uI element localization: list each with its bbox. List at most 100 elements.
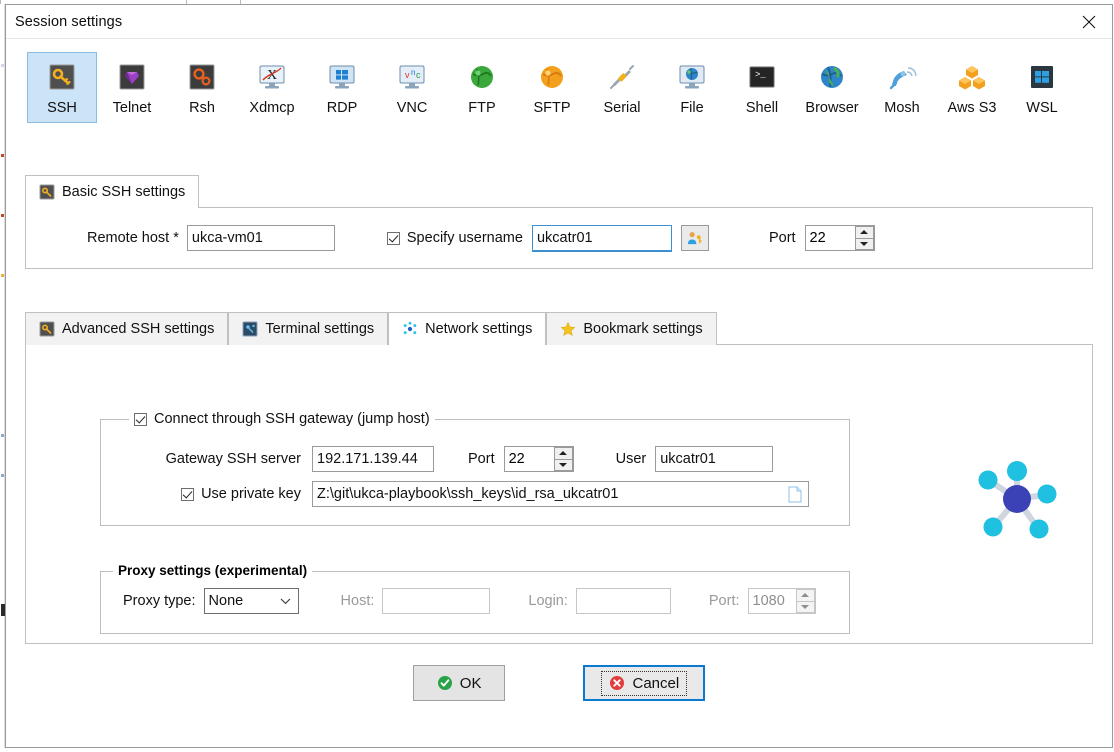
connect-through-gateway-checkbox[interactable]: Connect through SSH gateway (jump host) [134, 411, 430, 427]
ssh-gateway-group: Connect through SSH gateway (jump host) … [100, 411, 850, 526]
serial-plug-icon [610, 65, 634, 89]
proxy-settings-row: Proxy type: None Host: Login: Port: 1080 [123, 588, 816, 614]
lower-settings-section: Advanced SSH settings Terminal settings [25, 311, 1093, 644]
proxy-port-spinner[interactable]: 1080 [747, 588, 816, 614]
remote-host-input[interactable]: ukca-vm01 [186, 225, 335, 251]
cancel-button[interactable]: Cancel [583, 665, 706, 701]
protocol-label: Mosh [884, 100, 920, 116]
protocol-label: Browser [805, 100, 859, 116]
specify-username-label: Specify username [406, 230, 523, 246]
port-spinner-down[interactable] [854, 237, 874, 250]
tab-bookmark-settings[interactable]: Bookmark settings [546, 312, 717, 345]
gateway-port-spinner-down[interactable] [553, 458, 573, 471]
tab-label: Terminal settings [265, 321, 375, 337]
protocol-label: VNC [396, 100, 428, 116]
remote-host-label: Remote host * [87, 230, 179, 246]
protocol-label: FTP [468, 100, 496, 116]
protocol-serial[interactable]: Serial [587, 52, 657, 123]
protocol-label: File [680, 100, 704, 116]
gateway-port-spinner-up[interactable] [553, 447, 573, 459]
protocol-sftp[interactable]: SFTP [517, 52, 587, 123]
checkbox-box [181, 487, 195, 501]
proxy-type-value: None [208, 593, 244, 609]
rdp-windows-icon [329, 65, 355, 89]
protocol-wsl[interactable]: WSL [1007, 52, 1077, 123]
protocol-ssh[interactable]: SSH [27, 52, 97, 123]
gateway-server-row: Gateway SSH server 192.171.139.44 Port 2… [129, 446, 774, 472]
port-spinner-up[interactable] [854, 226, 874, 238]
protocol-browser[interactable]: Browser [797, 52, 867, 123]
gateway-port-spinner[interactable]: 22 [503, 446, 574, 472]
session-settings-dialog: Session settings SSH Telnet Rsh X Xdmcp … [5, 4, 1113, 748]
username-input[interactable]: ukcatr01 [531, 225, 672, 251]
proxy-type-select[interactable]: None [203, 588, 299, 614]
tab-label: Advanced SSH settings [62, 321, 215, 337]
tab-basic-ssh-settings[interactable]: Basic SSH settings [25, 175, 200, 209]
star-icon [560, 321, 576, 337]
protocol-label: SFTP [533, 100, 571, 116]
protocol-rsh[interactable]: Rsh [167, 52, 237, 123]
username-browse-button[interactable] [680, 225, 709, 251]
background-speck [1, 214, 4, 217]
tab-terminal-settings[interactable]: Terminal settings [228, 312, 389, 345]
use-private-key-checkbox[interactable]: Use private key [181, 486, 301, 502]
protocol-mosh[interactable]: Mosh [867, 52, 937, 123]
protocol-label: RDP [326, 100, 358, 116]
private-key-path-value: Z:\git\ukca-playbook\ssh_keys\id_rsa_ukc… [317, 486, 619, 502]
background-speck [1, 274, 4, 277]
gateway-server-input[interactable]: 192.171.139.44 [312, 446, 434, 472]
aws-s3-icon [959, 66, 985, 90]
protocol-label: Xdmcp [249, 100, 295, 116]
protocol-label: Aws S3 [947, 100, 997, 116]
svg-text:n: n [411, 68, 415, 77]
network-settings-panel: Connect through SSH gateway (jump host) … [25, 344, 1093, 644]
gateway-user-input[interactable]: ukcatr01 [655, 446, 774, 472]
basic-ssh-panel: Remote host * ukca-vm01 Specify username… [25, 207, 1093, 269]
network-hub-graphic [971, 453, 1063, 545]
port-spinner-buttons [853, 226, 874, 250]
proxy-settings-group-title: Proxy settings (experimental) [113, 563, 313, 578]
gateway-server-label: Gateway SSH server [165, 451, 301, 467]
protocol-aws-s3[interactable]: Aws S3 [937, 52, 1007, 123]
proxy-port-spinner-up[interactable] [795, 589, 815, 601]
protocol-vnc[interactable]: v n c VNC [377, 52, 447, 123]
rsh-gears-icon [189, 64, 215, 90]
file-page-icon[interactable] [788, 486, 802, 503]
network-dots-icon [403, 321, 417, 335]
proxy-type-label: Proxy type: [123, 593, 196, 609]
close-button[interactable] [1066, 5, 1112, 38]
protocol-telnet[interactable]: Telnet [97, 52, 167, 123]
proxy-login-input[interactable] [575, 588, 671, 614]
arrow-up-icon [860, 230, 869, 235]
use-private-key-label: Use private key [201, 486, 301, 502]
browser-globe-icon [821, 66, 843, 88]
tab-advanced-ssh-settings[interactable]: Advanced SSH settings [25, 312, 229, 345]
proxy-host-label: Host: [340, 593, 375, 609]
specify-username-checkbox[interactable]: Specify username [386, 230, 523, 246]
ssh-key-icon [39, 184, 55, 200]
lower-tabstrip: Advanced SSH settings Terminal settings [25, 311, 1093, 346]
tab-network-settings[interactable]: Network settings [388, 312, 547, 346]
port-label: Port [768, 230, 796, 246]
port-spinner[interactable]: 22 [804, 225, 875, 251]
protocol-rdp[interactable]: RDP [307, 52, 377, 123]
ftp-globe-icon [471, 66, 493, 88]
network-hub-icon [978, 461, 1057, 539]
protocol-label: Shell [745, 100, 779, 116]
background-speck [1, 154, 4, 157]
gateway-port-spinner-buttons [552, 447, 573, 471]
tab-label: Network settings [425, 321, 533, 337]
terminal-icon [242, 321, 258, 337]
proxy-host-input[interactable] [382, 588, 491, 614]
proxy-port-spinner-down[interactable] [795, 600, 815, 613]
check-circle-icon [437, 676, 452, 690]
protocol-file[interactable]: File [657, 52, 727, 123]
chevron-down-icon [280, 598, 290, 605]
private-key-path-input[interactable]: Z:\git\ukca-playbook\ssh_keys\id_rsa_ukc… [312, 481, 809, 507]
title-bar: Session settings [6, 5, 1112, 39]
protocol-label: SSH [47, 100, 77, 116]
protocol-ftp[interactable]: FTP [447, 52, 517, 123]
protocol-xdmcp[interactable]: X Xdmcp [237, 52, 307, 123]
ok-button[interactable]: OK [412, 665, 506, 701]
protocol-shell[interactable]: >_ Shell [727, 52, 797, 123]
